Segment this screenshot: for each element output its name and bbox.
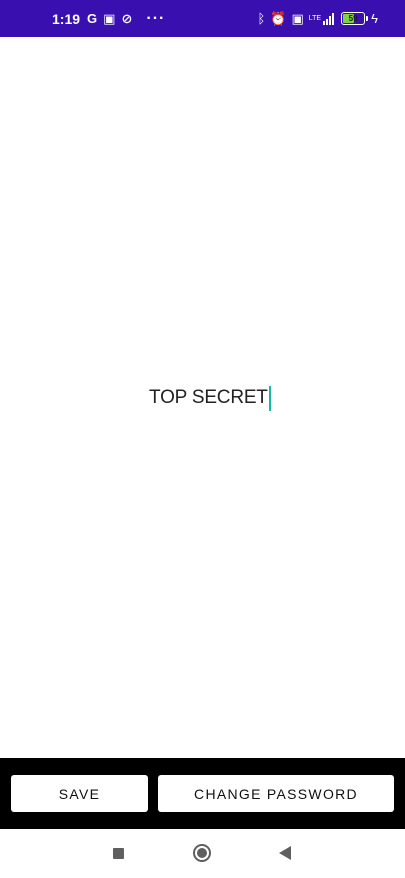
editor-area[interactable]: TOP SECRET: [0, 37, 405, 758]
status-time: 1:19: [52, 10, 81, 27]
change-password-button[interactable]: CHANGE PASSWORD: [158, 775, 394, 812]
google-icon: G: [87, 11, 98, 26]
signal-strength-icon: [323, 12, 335, 25]
status-bar-left: 1:19 G ▣ ⊘ ···: [52, 10, 165, 28]
action-bar: SAVE CHANGE PASSWORD: [0, 758, 405, 829]
bluetooth-icon: ᛒ: [257, 11, 266, 26]
back-icon[interactable]: [279, 846, 291, 860]
home-icon[interactable]: [193, 844, 211, 862]
charging-icon: ϟ: [371, 11, 378, 26]
app-screen: 1:19 G ▣ ⊘ ··· ᛒ ⏰ ▣ LTE 59 ϟ TOP SECRET…: [0, 0, 405, 878]
network-type-label: LTE: [308, 15, 322, 22]
data-saver-icon: ⊘: [121, 10, 133, 26]
battery-icon: 59: [341, 12, 369, 25]
secret-text: TOP SECRET: [149, 387, 268, 408]
secret-text-field[interactable]: TOP SECRET: [149, 385, 271, 411]
more-notifications-icon: ···: [146, 9, 166, 27]
status-bar: 1:19 G ▣ ⊘ ··· ᛒ ⏰ ▣ LTE 59 ϟ: [0, 0, 405, 37]
alarm-off-icon: ⏰: [270, 10, 287, 26]
text-cursor: [268, 385, 271, 411]
volte-icon: ▣: [291, 10, 304, 26]
grid-app-icon: ▣: [103, 10, 116, 26]
battery-level: 59: [348, 14, 358, 23]
status-bar-right: ᛒ ⏰ ▣ LTE 59 ϟ: [257, 11, 383, 27]
navigation-bar: [0, 829, 405, 878]
recents-icon[interactable]: [113, 848, 124, 859]
save-button[interactable]: SAVE: [11, 775, 148, 812]
